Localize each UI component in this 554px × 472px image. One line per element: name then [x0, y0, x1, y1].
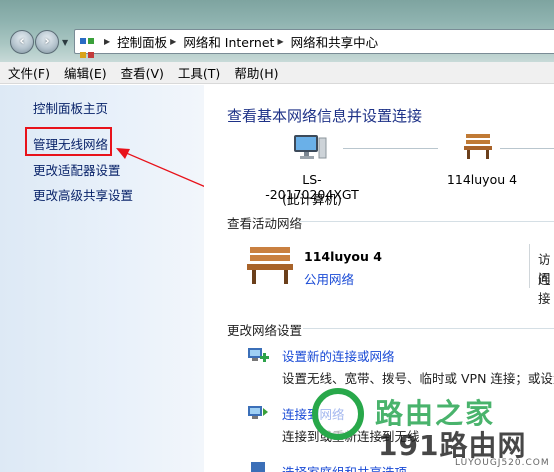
menu-tools[interactable]: 工具(T): [178, 63, 220, 82]
recent-pages-dropdown-icon[interactable]: ▼: [62, 38, 68, 47]
computer-icon: [294, 135, 327, 159]
bench-network-icon: [464, 134, 492, 159]
setup-connection-link[interactable]: 设置新的连接或网络: [282, 346, 395, 365]
annotation-arrow-icon: [116, 148, 209, 189]
vertical-divider: [529, 244, 530, 288]
menu-file[interactable]: 文件(F): [8, 63, 50, 82]
watermark-logo-icon: [312, 388, 364, 440]
breadcrumb-network-internet[interactable]: 网络和 Internet: [183, 32, 274, 51]
annotation-highlight-box: [25, 127, 112, 156]
menu-bar: 文件(F) 编辑(E) 查看(V) 工具(T) 帮助(H): [0, 62, 554, 84]
setup-connection-desc: 设置无线、宽带、拨号、临时或 VPN 连接；或设置: [282, 371, 554, 386]
new-connection-icon: [248, 348, 269, 362]
menu-edit[interactable]: 编辑(E): [64, 63, 107, 82]
menu-help[interactable]: 帮助(H): [234, 63, 278, 82]
left-link-control-panel-home[interactable]: 控制面板主页: [33, 98, 108, 117]
connect-network-icon: [248, 406, 268, 419]
breadcrumb-network-sharing-center[interactable]: 网络和共享中心: [291, 32, 379, 51]
network-type-link[interactable]: 公用网络: [304, 269, 354, 288]
breadcrumb-separator-icon[interactable]: ▶: [170, 37, 176, 46]
computer-sub-label: (此计算机): [282, 192, 342, 207]
forward-button[interactable]: ›: [35, 30, 59, 54]
active-network-name: 114luyou 4: [304, 249, 382, 264]
connections-label: 连接: [538, 272, 551, 306]
window-chrome: ‹ › ▼ ▶ 控制面板 ▶ 网络和 Internet ▶ 网络和共享中心: [0, 0, 554, 62]
breadcrumb-control-panel[interactable]: 控制面板: [117, 32, 167, 51]
network-name-map: 114luyou 4: [446, 172, 518, 187]
active-networks-title: 查看活动网络: [227, 216, 303, 231]
connection-line-internet: [500, 148, 554, 149]
section-rule: [297, 221, 554, 222]
connection-line: [343, 148, 438, 149]
control-panel-icon: [79, 34, 95, 58]
breadcrumb-separator-icon[interactable]: ▶: [277, 37, 283, 46]
section-rule-2: [303, 328, 554, 329]
left-link-change-adapter[interactable]: 更改适配器设置: [33, 160, 121, 179]
homegroup-icon: [251, 462, 265, 472]
back-button[interactable]: ‹: [10, 30, 34, 54]
watermark-site: LUYOUGJ520.COM: [455, 458, 550, 468]
address-bar[interactable]: ▶ 控制面板 ▶ 网络和 Internet ▶ 网络和共享中心: [74, 29, 554, 58]
change-settings-title: 更改网络设置: [227, 323, 303, 338]
breadcrumb-separator-icon[interactable]: ▶: [104, 37, 110, 46]
page-title: 查看基本网络信息并设置连接: [227, 107, 423, 125]
menu-view[interactable]: 查看(V): [121, 63, 164, 82]
active-network-bench-icon: [247, 247, 293, 284]
